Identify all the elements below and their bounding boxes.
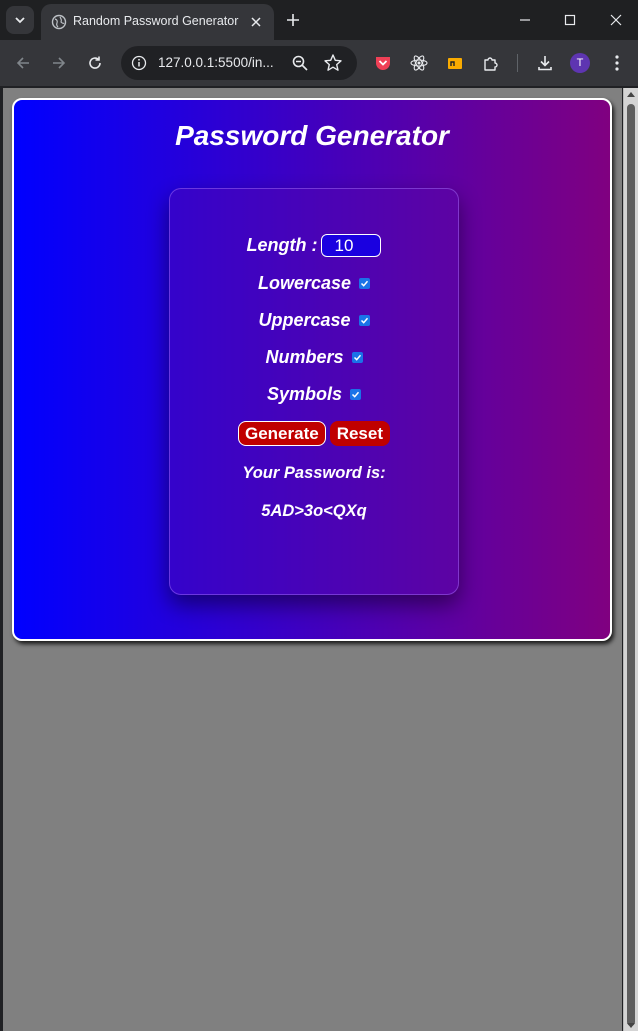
reset-button[interactable]: Reset [329, 421, 390, 446]
browser-menu-button[interactable] [606, 52, 628, 74]
option-lowercase: Lowercase [170, 273, 458, 294]
password-output: 5AD>3o<QXq [261, 502, 367, 520]
address-bar[interactable]: 127.0.0.1:5500/in... [121, 46, 357, 80]
maximize-icon [564, 14, 576, 26]
generator-panel: Password Generator Length : Lowercase Up… [12, 98, 612, 641]
reload-button[interactable] [83, 51, 107, 75]
option-numbers: Numbers [170, 347, 458, 368]
arrow-left-icon [16, 57, 29, 69]
numbers-checkbox[interactable] [351, 352, 363, 363]
globe-icon [51, 14, 67, 30]
scrollbar-thumb[interactable] [627, 104, 635, 1026]
checkmark-icon [360, 317, 368, 324]
symbols-checkbox[interactable] [350, 389, 362, 400]
scroll-up-arrow-icon[interactable] [627, 92, 635, 97]
symbols-label: Symbols [266, 384, 343, 404]
uppercase-checkbox[interactable] [358, 315, 370, 326]
react-devtools-button[interactable] [408, 52, 430, 74]
option-symbols: Symbols [170, 384, 458, 405]
result-label: Your Password is: [242, 464, 386, 482]
lowercase-label: Lowercase [257, 273, 352, 293]
length-label: Length : [246, 235, 318, 255]
profile-avatar[interactable]: T [570, 53, 590, 73]
react-icon [410, 55, 428, 71]
chevron-down-icon [15, 17, 25, 24]
bookmark-star-icon[interactable] [323, 53, 343, 73]
maximize-button[interactable] [558, 8, 582, 32]
checkmark-icon [351, 391, 360, 398]
folder-icon [448, 58, 462, 69]
checkmark-icon [353, 354, 361, 361]
new-tab-button[interactable] [282, 9, 304, 31]
puzzle-icon [484, 57, 498, 71]
pocket-icon [376, 57, 390, 70]
length-row: Length : [170, 234, 458, 257]
arrow-right-icon [53, 57, 66, 69]
download-icon [538, 56, 552, 71]
folder-extension-button[interactable] [444, 52, 466, 74]
generate-button[interactable]: Generate [237, 421, 326, 446]
tab-strip: Random Password Generator [0, 0, 638, 40]
plus-icon [287, 14, 299, 26]
uppercase-label: Uppercase [258, 310, 351, 330]
back-button[interactable] [11, 51, 35, 75]
tab-title: Random Password Generator [73, 14, 239, 28]
kebab-menu-icon [615, 55, 619, 71]
close-icon [610, 14, 622, 26]
tab-search-button[interactable] [6, 6, 34, 34]
generator-card: Length : Lowercase Uppercase Numbers Sym… [169, 188, 459, 595]
reload-icon [89, 56, 101, 69]
site-info-icon[interactable] [131, 55, 147, 71]
pocket-extension-button[interactable] [372, 52, 394, 74]
minimize-icon [520, 19, 530, 21]
zoom-icon[interactable] [291, 54, 309, 72]
forward-button[interactable] [47, 51, 71, 75]
lowercase-checkbox[interactable] [359, 278, 371, 289]
browser-toolbar: 127.0.0.1:5500/in... T [0, 40, 638, 86]
length-input[interactable] [321, 234, 382, 257]
option-uppercase: Uppercase [170, 310, 458, 331]
scroll-down-arrow-icon[interactable] [627, 1023, 635, 1028]
toolbar-divider [517, 54, 518, 72]
minimize-button[interactable] [513, 8, 537, 32]
url-text[interactable]: 127.0.0.1:5500/in... [158, 55, 274, 70]
page-title: Password Generator [175, 120, 449, 151]
downloads-button[interactable] [534, 52, 556, 74]
extensions-button[interactable] [480, 52, 502, 74]
close-tab-icon[interactable] [246, 12, 266, 32]
close-window-button[interactable] [604, 8, 628, 32]
browser-tab[interactable]: Random Password Generator [41, 4, 274, 40]
action-buttons: Generate Reset [170, 421, 458, 446]
numbers-label: Numbers [265, 347, 344, 367]
checkmark-icon [361, 280, 369, 287]
vertical-scrollbar[interactable] [623, 88, 638, 1031]
